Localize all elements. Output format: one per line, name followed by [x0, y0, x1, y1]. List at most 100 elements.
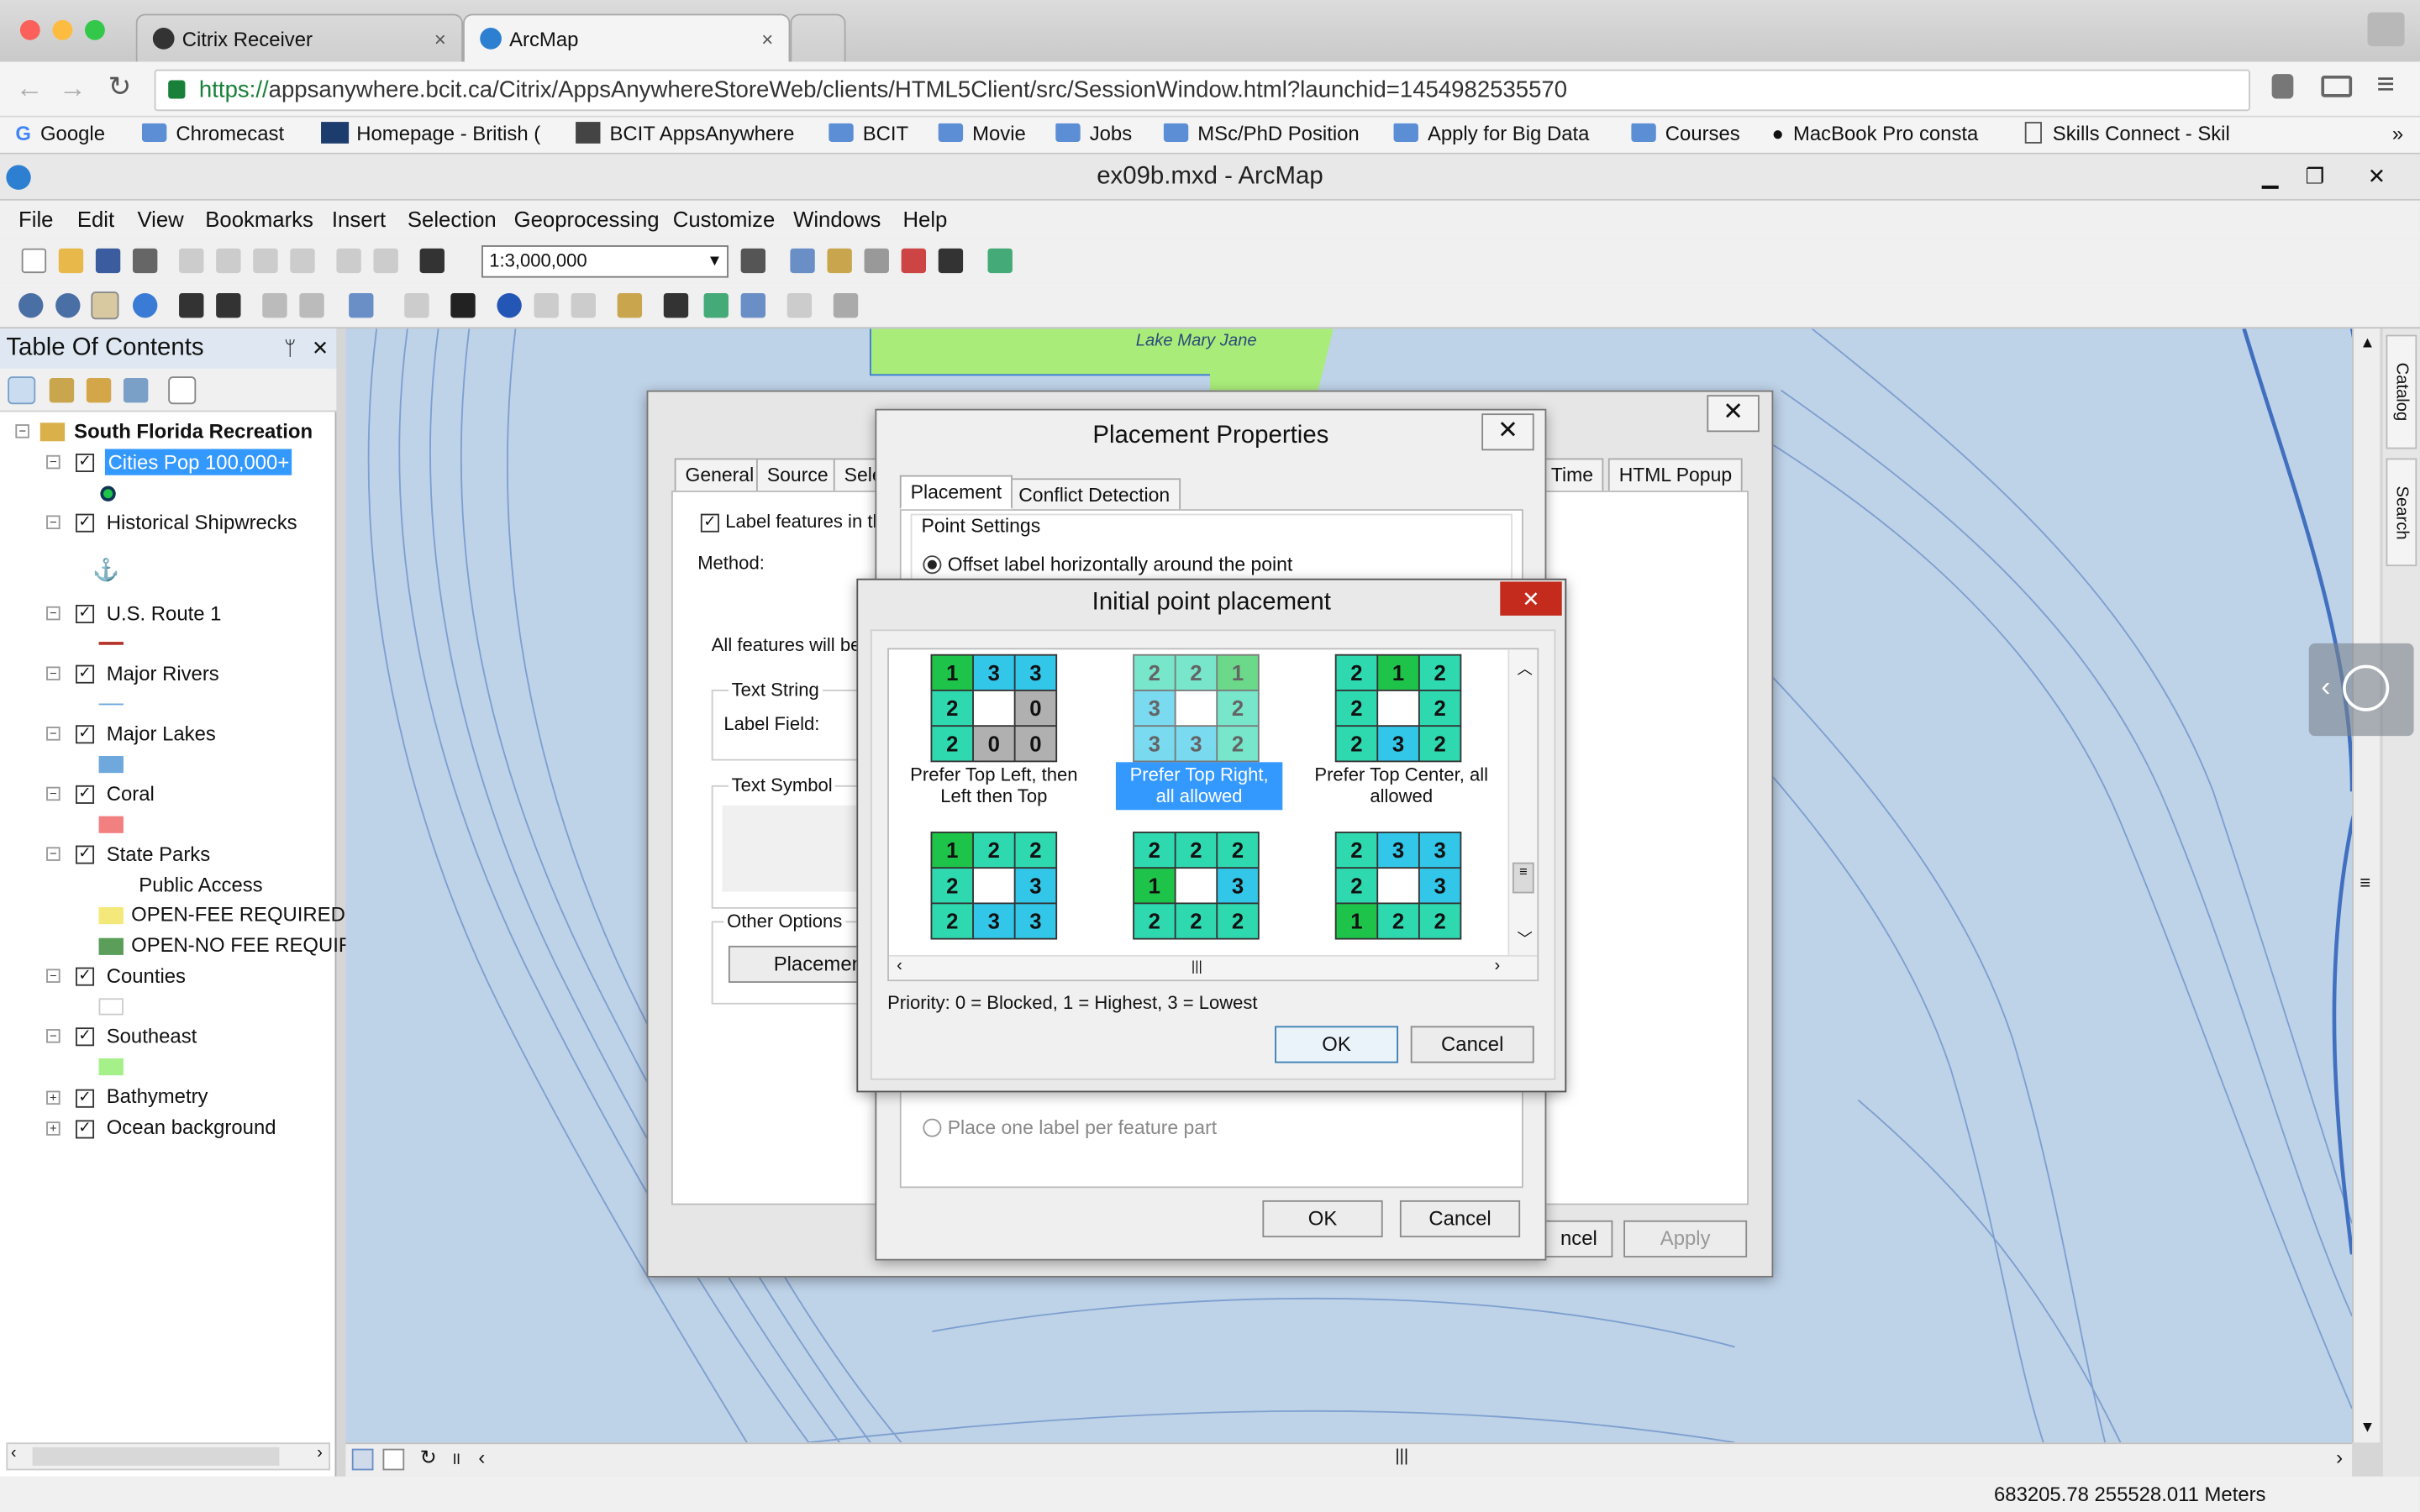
layer-name-southeast[interactable]: Southeast: [107, 1025, 197, 1048]
minimize-window-button[interactable]: [52, 19, 73, 40]
options-icon[interactable]: [168, 376, 197, 405]
scroll-right-icon[interactable]: ›: [2336, 1446, 2343, 1469]
paste-icon[interactable]: [253, 248, 278, 274]
layer-name-route1[interactable]: U.S. Route 1: [107, 601, 222, 625]
back-arrow-icon[interactable]: ←: [15, 72, 43, 105]
tab-time[interactable]: Time: [1540, 458, 1604, 492]
layer-name-lakes[interactable]: Major Lakes: [107, 722, 216, 746]
close-icon[interactable]: ✕: [312, 328, 329, 369]
reload-icon[interactable]: ↻: [108, 71, 132, 103]
toc-horizontal-scrollbar[interactable]: ‹ ›: [6, 1442, 331, 1471]
menu-edit[interactable]: Edit: [77, 207, 114, 231]
ok-button[interactable]: OK: [1275, 1026, 1399, 1063]
scroll-grip-icon[interactable]: |||: [1395, 1447, 1408, 1466]
layer-name-bathymetry[interactable]: Bathymetry: [107, 1084, 208, 1108]
close-icon[interactable]: ✕: [1707, 395, 1760, 433]
bookmark-homepage[interactable]: Homepage - British (: [321, 122, 540, 150]
viewer-window-icon[interactable]: [833, 292, 859, 318]
find-icon[interactable]: [663, 292, 689, 318]
pin-icon[interactable]: ᛘ: [284, 328, 296, 369]
menu-file[interactable]: File: [18, 207, 53, 231]
layer-name-ocean[interactable]: Ocean background: [107, 1116, 276, 1139]
measure-icon[interactable]: [617, 292, 643, 318]
go-to-xy-icon[interactable]: [740, 292, 766, 318]
layer-name-shipwrecks[interactable]: Historical Shipwrecks: [107, 511, 297, 534]
bookmark-bcit[interactable]: BCIT: [829, 122, 908, 150]
layer-visibility-checkbox[interactable]: ✓: [75, 1089, 95, 1108]
pan-icon[interactable]: [91, 291, 119, 320]
search-window-icon[interactable]: [864, 248, 889, 274]
placement-options-list[interactable]: 13320200 Prefer Top Left, then Left then…: [887, 648, 1539, 982]
collapse-icon[interactable]: −: [46, 969, 60, 983]
zoom-window-button[interactable]: [85, 19, 105, 40]
bookmark-msc-phd[interactable]: MSc/PhD Position: [1163, 122, 1360, 150]
cancel-button[interactable]: Cancel: [1410, 1026, 1534, 1063]
options-horizontal-scrollbar[interactable]: ‹ ||| ›: [888, 954, 1538, 980]
pause-drawing-icon[interactable]: ॥: [450, 1447, 460, 1471]
more-bookmarks-button[interactable]: »: [2392, 122, 2403, 150]
collapse-icon[interactable]: −: [46, 515, 60, 529]
map-scale-combobox[interactable]: 1:3,000,000 ▼: [481, 245, 729, 278]
menu-customize[interactable]: Customize: [673, 207, 775, 231]
cast-icon[interactable]: [2321, 75, 2353, 97]
full-extent-icon[interactable]: [132, 292, 158, 318]
new-tab-button[interactable]: [790, 13, 846, 62]
layer-visibility-checkbox[interactable]: ✓: [75, 664, 95, 684]
tab-general[interactable]: General: [674, 458, 765, 492]
collapse-icon[interactable]: −: [46, 606, 60, 621]
time-slider-icon[interactable]: [786, 292, 813, 318]
menu-selection[interactable]: Selection: [408, 207, 497, 231]
html-popup-icon[interactable]: [571, 292, 596, 318]
layer-visibility-checkbox[interactable]: ✓: [75, 845, 95, 864]
back-extent-icon[interactable]: [262, 292, 287, 318]
collapse-icon[interactable]: −: [46, 454, 60, 470]
redo-icon[interactable]: [373, 248, 398, 274]
bookmark-movie[interactable]: Movie: [938, 122, 1026, 150]
delete-icon[interactable]: [290, 248, 315, 274]
close-icon[interactable]: ✕: [1500, 581, 1562, 616]
scroll-thumb[interactable]: [32, 1446, 280, 1466]
list-by-visibility-icon[interactable]: [86, 377, 112, 403]
layer-visibility-checkbox[interactable]: ✓: [75, 725, 95, 744]
scroll-thumb[interactable]: ≡: [1512, 862, 1534, 894]
map-vertical-scrollbar[interactable]: ▲ ≡ ▼: [2352, 328, 2381, 1443]
copy-icon[interactable]: [216, 248, 241, 274]
tab-arcmap[interactable]: ArcMap ×: [463, 13, 791, 62]
layer-name-state-parks[interactable]: State Parks: [107, 843, 210, 866]
cancel-button[interactable]: ncel: [1544, 1220, 1613, 1257]
bookmark-courses[interactable]: Courses: [1631, 122, 1740, 150]
scroll-left-icon[interactable]: ‹: [897, 957, 902, 975]
chevron-down-icon[interactable]: ▼: [707, 247, 722, 276]
model-builder-icon[interactable]: [987, 248, 1013, 274]
expand-icon[interactable]: +: [46, 1121, 60, 1136]
data-frame-name[interactable]: South Florida Recreation: [74, 420, 313, 444]
scroll-grip-icon[interactable]: |||: [1192, 958, 1202, 974]
table-icon[interactable]: [790, 248, 815, 274]
tab-source[interactable]: Source: [755, 458, 839, 492]
cut-icon[interactable]: [179, 248, 204, 274]
layer-name-rivers[interactable]: Major Rivers: [107, 662, 219, 685]
minimize-icon[interactable]: ▁: [2250, 160, 2291, 192]
add-data-icon[interactable]: [419, 248, 445, 274]
close-icon[interactable]: ✕: [1481, 413, 1534, 451]
bookmark-macbook[interactable]: ● MacBook Pro consta: [1772, 122, 1979, 150]
layer-visibility-checkbox[interactable]: ✓: [75, 785, 95, 804]
catalog-dock-tab[interactable]: Catalog: [2386, 334, 2417, 449]
undo-icon[interactable]: [336, 248, 361, 274]
layout-view-icon[interactable]: [382, 1448, 405, 1471]
tab-placement[interactable]: Placement: [899, 475, 1013, 510]
layer-visibility-checkbox[interactable]: ✓: [75, 1120, 95, 1139]
menu-insert[interactable]: Insert: [332, 207, 386, 231]
scroll-right-icon[interactable]: ›: [317, 1444, 323, 1462]
options-vertical-scrollbar[interactable]: ︿ ≡ ﹀: [1507, 649, 1538, 955]
tab-citrix-receiver[interactable]: Citrix Receiver ×: [135, 13, 464, 62]
close-tab-icon[interactable]: ×: [434, 27, 446, 50]
layer-name-cities[interactable]: Cities Pop 100,000+: [104, 449, 292, 475]
refresh-icon[interactable]: ↻: [420, 1446, 437, 1470]
clear-selection-icon[interactable]: [404, 292, 429, 318]
save-icon[interactable]: [95, 248, 121, 274]
address-bar[interactable]: https://appsanywhere.bcit.ca/Citrix/Apps…: [154, 69, 2250, 112]
tab-conflict-detection[interactable]: Conflict Detection: [1007, 478, 1181, 512]
menu-bookmarks[interactable]: Bookmarks: [205, 207, 313, 231]
scroll-up-icon[interactable]: ▲: [2360, 335, 2375, 352]
